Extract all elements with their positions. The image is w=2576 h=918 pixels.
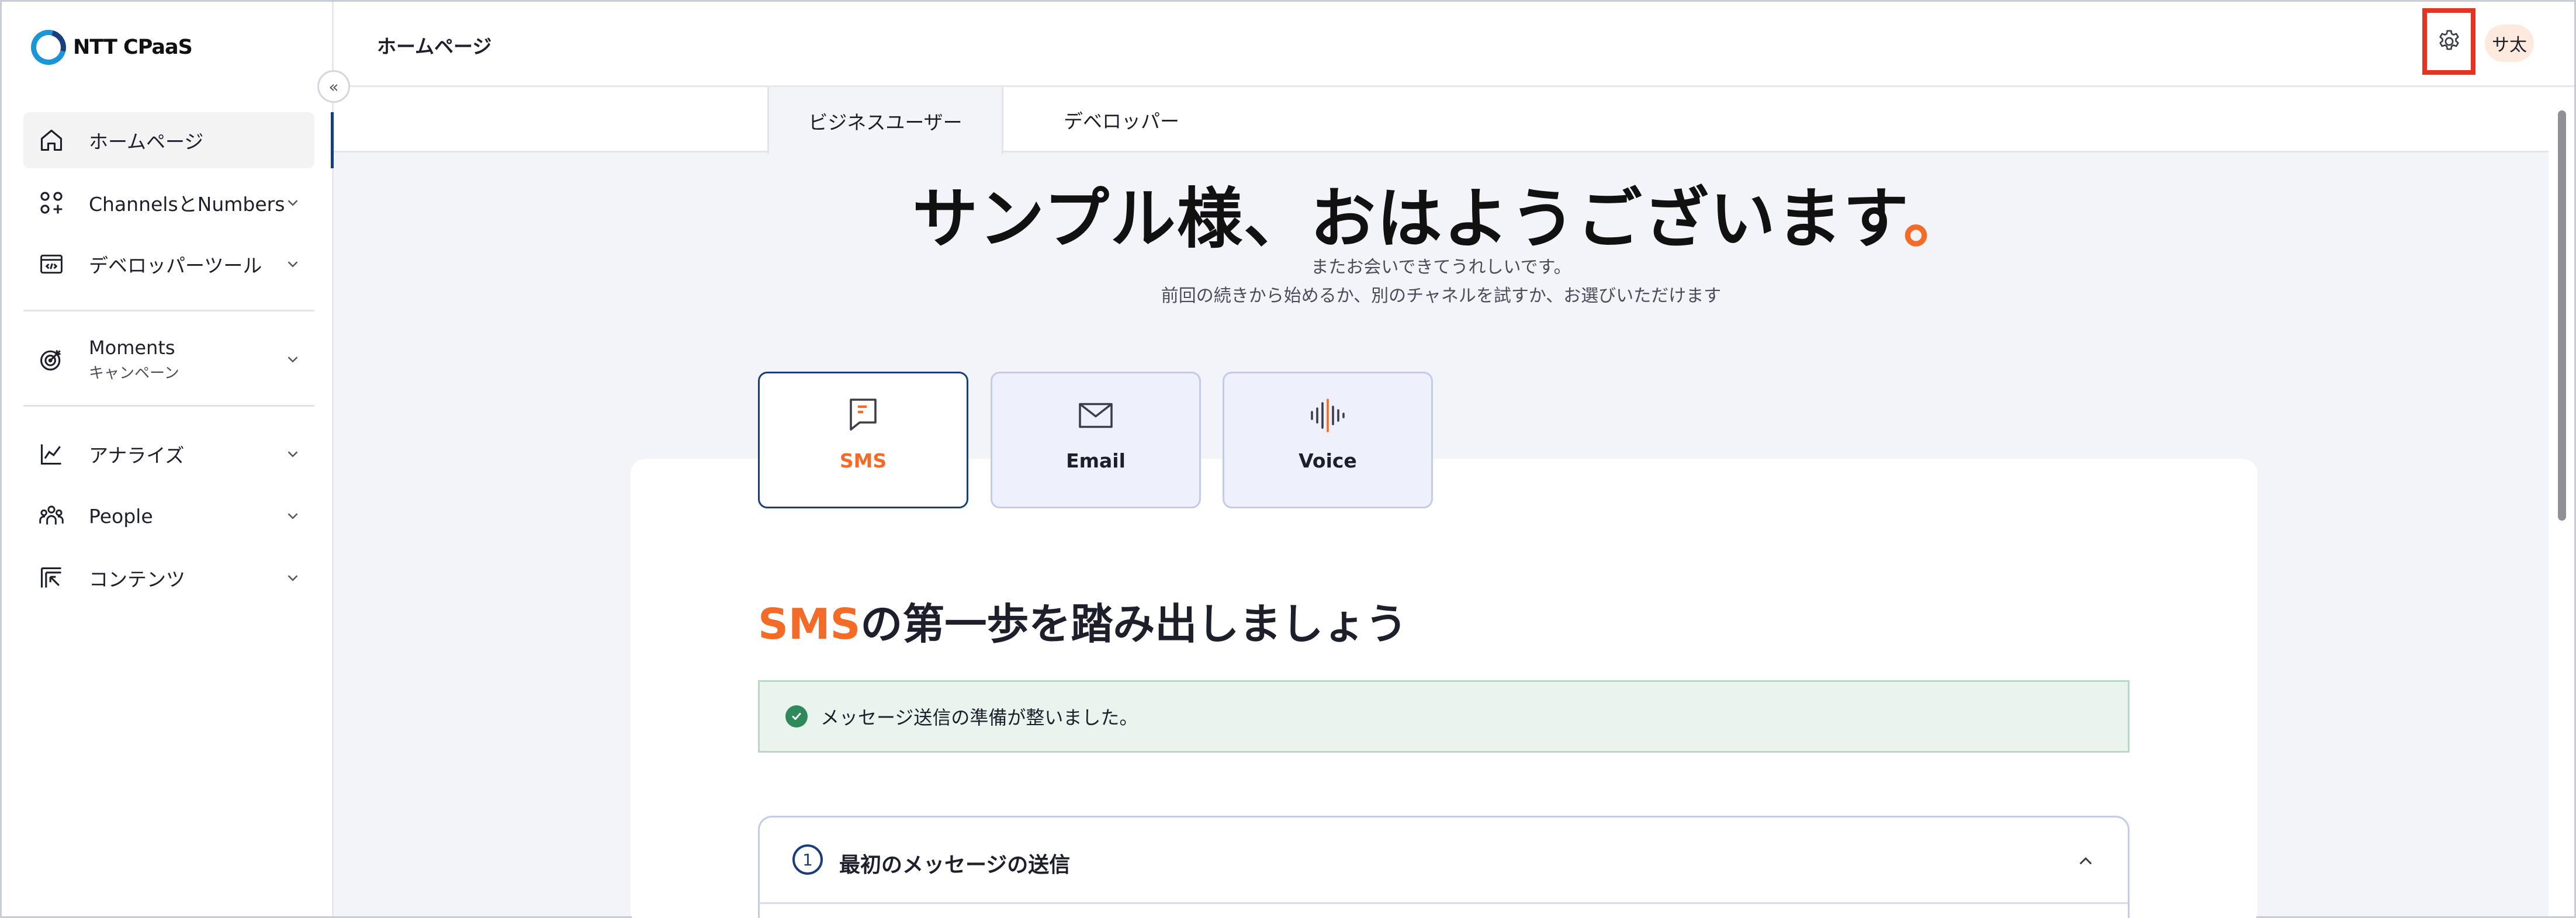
channel-label: Voice: [1299, 449, 1357, 472]
greeting-text: サンプル様、おはようございます: [912, 181, 1903, 257]
tab-business-user[interactable]: ビジネスユーザー: [767, 87, 1003, 154]
greeting-dot: 。: [1903, 181, 1970, 257]
main-content: ビジネスユーザー デベロッパー サンプル様、おはようございます。 またお会いでき…: [334, 87, 2549, 918]
sidebar-collapse-button[interactable]: «: [317, 70, 350, 103]
mail-icon: [1079, 403, 1113, 428]
chevron-down-icon[interactable]: [284, 569, 302, 587]
gear-icon[interactable]: [2436, 28, 2463, 55]
chevron-down-icon[interactable]: [284, 507, 302, 525]
sidebar: NTT CPaaS ホームページ ChannelsとNumbers デベロッパー…: [2, 2, 334, 916]
channel-label: SMS: [839, 449, 887, 472]
code-icon: [37, 250, 65, 278]
chevron-down-icon[interactable]: [284, 351, 302, 368]
sidebar-item-label: コンテンツ: [89, 568, 185, 591]
avatar-initials: サ太: [2492, 35, 2527, 56]
logo-ring-icon: [25, 23, 72, 71]
title-highlight: SMS: [758, 600, 861, 649]
sidebar-item-people[interactable]: People: [23, 488, 314, 544]
chart-line-icon: [37, 440, 65, 468]
content-icon: [37, 564, 65, 592]
chevron-up-icon[interactable]: [2076, 853, 2095, 869]
page-title: ホームページ: [377, 35, 492, 58]
channel-sms-button[interactable]: SMS: [758, 372, 968, 508]
sidebar-item-developer-tools[interactable]: デベロッパーツール: [23, 236, 314, 292]
sidebar-item-label: ChannelsとNumbers: [89, 193, 285, 216]
people-icon: [37, 502, 65, 530]
top-header: ホームページ: [334, 2, 2574, 87]
channel-label: Email: [1066, 449, 1126, 472]
title-rest: の第一歩を踏み出しましょう: [860, 600, 1408, 649]
double-chevron-left-icon: «: [328, 77, 339, 96]
tab-bar: ビジネスユーザー デベロッパー: [334, 87, 2549, 154]
channel-email-button[interactable]: Email: [991, 372, 1201, 508]
sidebar-item-channels[interactable]: ChannelsとNumbers: [23, 175, 314, 231]
sidebar-divider: [23, 310, 314, 311]
greeting-subtitle: またお会いできてうれしいです。: [1311, 257, 1571, 278]
tab-developer[interactable]: デベロッパー: [1003, 87, 1239, 153]
greeting-heading: サンプル様、おはようございます。: [334, 166, 2549, 261]
sidebar-item-label: デベロッパーツール: [89, 254, 262, 277]
sidebar-item-label: Moments: [89, 336, 175, 359]
step-number-badge: 1: [792, 844, 823, 875]
step-title: 最初のメッセージの送信: [839, 853, 1071, 877]
voice-wave-icon: [1311, 399, 1345, 432]
sms-icon: [850, 399, 877, 431]
sidebar-item-moments[interactable]: Moments キャンペーン: [23, 331, 314, 387]
tab-label: ビジネスユーザー: [808, 110, 962, 134]
scrollbar-thumb[interactable]: [2558, 110, 2566, 521]
brand-name: NTT CPaaS: [73, 36, 193, 59]
check-circle-icon: [785, 705, 808, 728]
sidebar-item-label: アナライズ: [89, 444, 185, 467]
sidebar-item-label: People: [89, 504, 153, 528]
brand-logo[interactable]: NTT CPaaS: [25, 23, 193, 71]
step-accordion-header[interactable]: 1 最初のメッセージの送信: [760, 817, 2128, 904]
chevron-down-icon[interactable]: [284, 255, 302, 273]
sidebar-item-label: ホームページ: [89, 130, 204, 153]
step-accordion: 1 最初のメッセージの送信: [758, 816, 2130, 918]
sidebar-item-contents[interactable]: コンテンツ: [23, 550, 314, 606]
getting-started-title: SMSの第一歩を踏み出しましょう: [758, 590, 1407, 651]
alert-message: メッセージ送信の準備が整いました。: [820, 706, 1138, 729]
home-icon: [37, 126, 65, 154]
sidebar-item-analyze[interactable]: アナライズ: [23, 426, 314, 482]
target-icon: [37, 345, 65, 373]
chevron-down-icon[interactable]: [284, 194, 302, 212]
sidebar-divider: [23, 405, 314, 407]
apps-grid-icon: [37, 189, 65, 217]
greeting-description: 前回の続きから始めるか、別のチャネルを試すか、お選びいただけます: [1161, 286, 1722, 306]
channel-voice-button[interactable]: Voice: [1223, 372, 1433, 508]
chevron-down-icon[interactable]: [284, 445, 302, 463]
user-avatar[interactable]: サ太: [2485, 25, 2534, 62]
sidebar-item-home[interactable]: ホームページ: [23, 112, 314, 168]
scrollbar-track[interactable]: [2549, 87, 2574, 916]
success-alert: メッセージ送信の準備が整いました。: [758, 680, 2130, 753]
sidebar-item-sublabel: キャンペーン: [89, 364, 179, 382]
tab-label: デベロッパー: [1064, 110, 1179, 133]
